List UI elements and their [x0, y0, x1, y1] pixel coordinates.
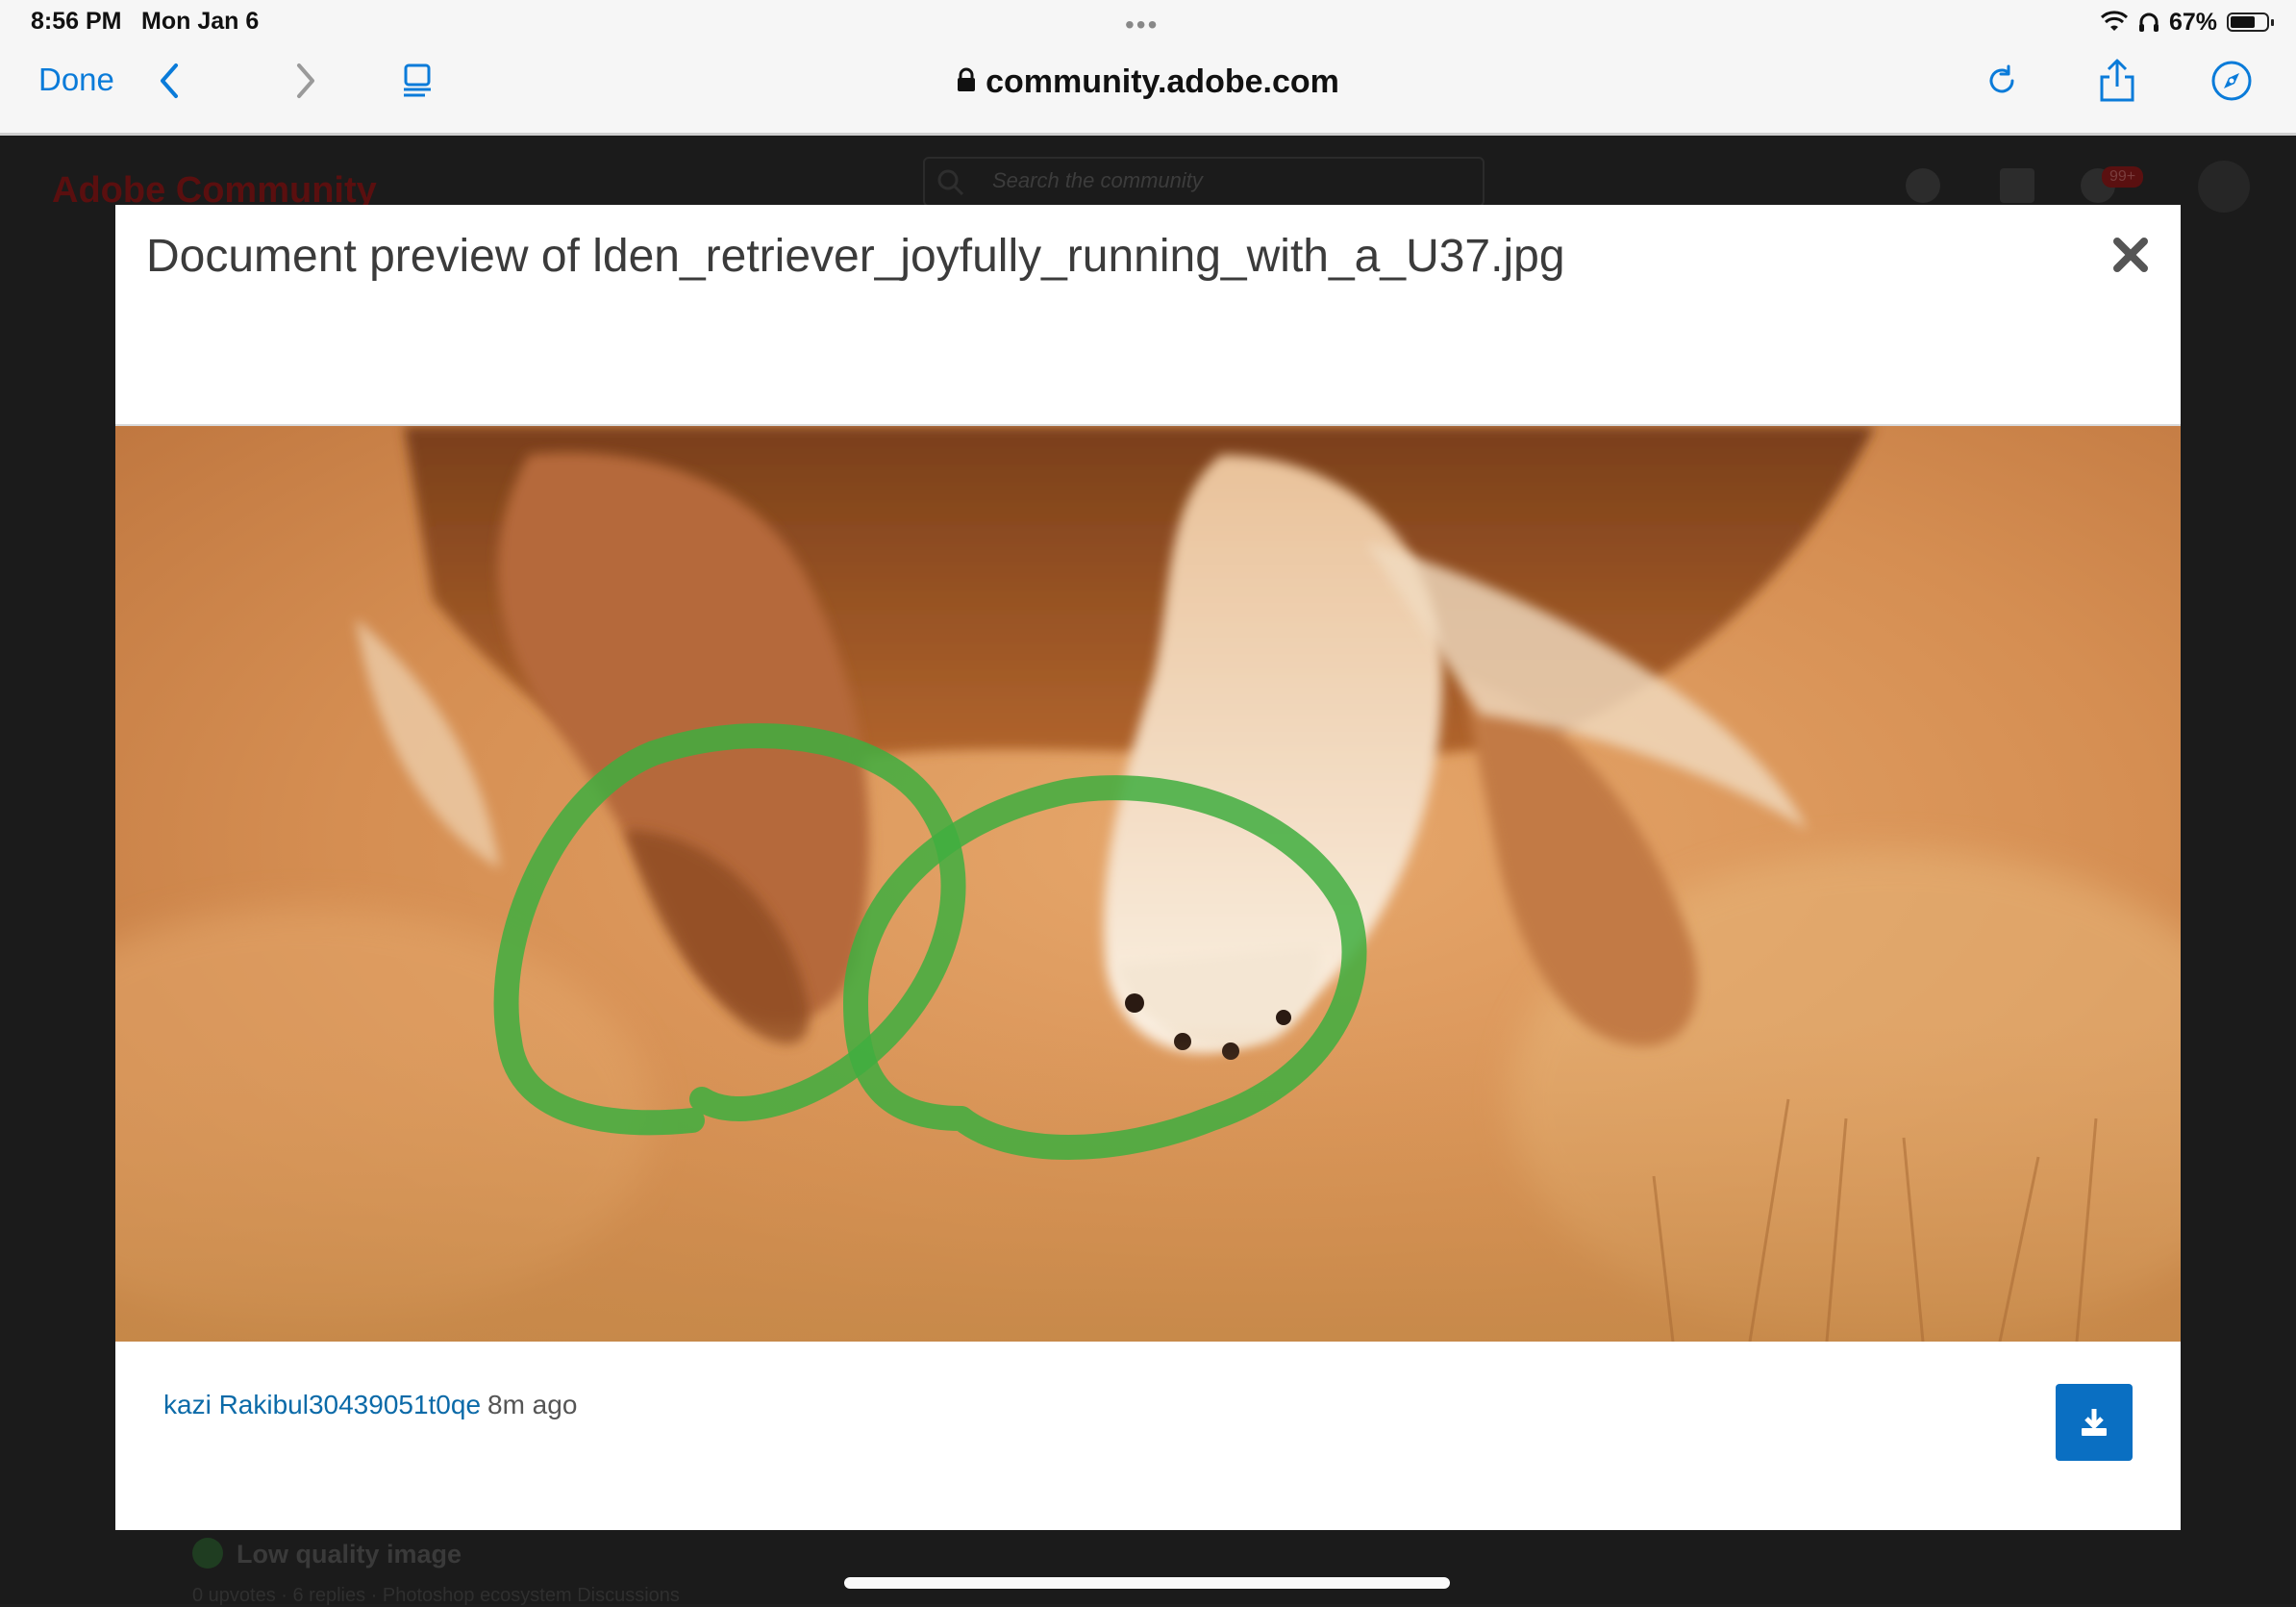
download-button[interactable]: [2056, 1384, 2133, 1461]
timestamp: 8m ago: [487, 1390, 578, 1419]
url-text: community.adobe.com: [986, 63, 1339, 100]
notification-badge: 99+: [2102, 166, 2144, 188]
headphones-icon: [2138, 13, 2159, 32]
battery-percent: 67%: [2168, 8, 2217, 36]
browser-toolbar: Done community.adobe.com: [0, 44, 2296, 136]
dialog-title: Document preview of lden_retriever_joyfu…: [146, 231, 1565, 282]
avatar: [2198, 161, 2250, 213]
status-date: Mon Jan 6: [141, 8, 260, 35]
lock-icon: [957, 63, 976, 101]
image-preview: [115, 426, 2181, 1342]
reload-icon[interactable]: [1979, 58, 2025, 104]
community-search-input: Search the community: [923, 157, 1485, 207]
document-preview-dialog: Document preview of lden_retriever_joyfu…: [115, 205, 2181, 1530]
status-bar: 8:56 PM Mon Jan 6 ••• 67%: [0, 0, 2296, 44]
search-icon: [937, 169, 964, 196]
close-icon[interactable]: [2109, 234, 2152, 276]
author-link[interactable]: kazi Rakibul30439051t0qe: [163, 1390, 481, 1420]
compass-icon[interactable]: [2209, 58, 2255, 104]
status-indicators: 67%: [2100, 6, 2274, 38]
multitasking-dots-icon[interactable]: •••: [1125, 10, 1159, 40]
home-indicator[interactable]: [844, 1577, 1450, 1589]
globe-icon: [1906, 168, 1940, 203]
check-circle-icon: [192, 1538, 223, 1569]
battery-icon: [2227, 13, 2274, 32]
dog-paws-photo: [115, 426, 2181, 1342]
status-time: 8:56 PM: [31, 8, 122, 35]
post-title: Low quality image: [237, 1540, 462, 1569]
search-placeholder: Search the community: [992, 168, 1203, 192]
mail-icon: [2000, 168, 2034, 203]
wifi-icon: [2100, 11, 2128, 31]
address-bar[interactable]: community.adobe.com: [0, 63, 2296, 101]
download-icon: [2082, 1409, 2107, 1436]
share-icon[interactable]: [2094, 58, 2140, 104]
